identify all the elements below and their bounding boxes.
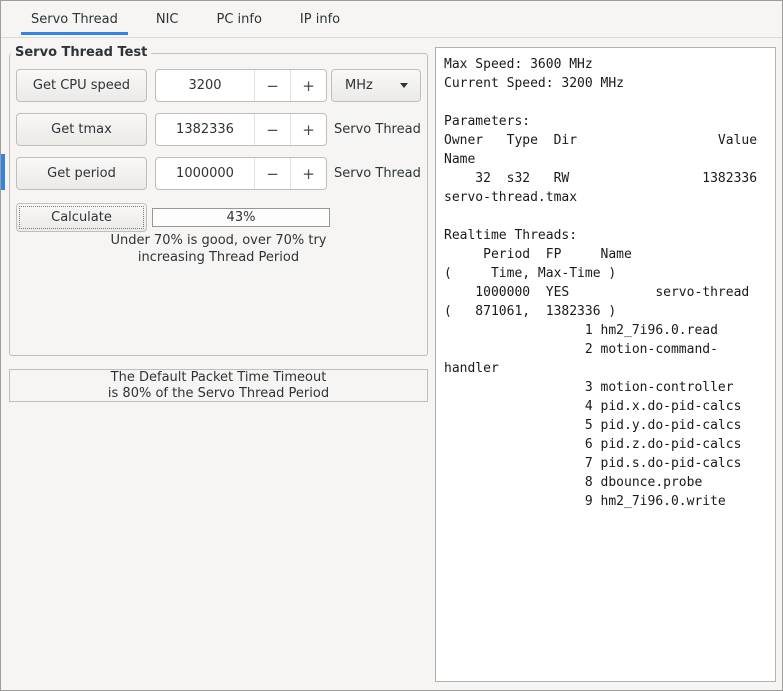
packet-timeout-notice: The Default Packet Time Timeout is 80% o… [9, 369, 428, 402]
focus-indicator-stripe [1, 154, 5, 190]
tab-pc-info[interactable]: PC info [206, 1, 271, 37]
tab-nic[interactable]: NIC [146, 1, 189, 37]
calc-result-field: 43% [152, 208, 330, 227]
period-thread-label: Servo Thread [334, 166, 421, 181]
tab-pc-info-label: PC info [216, 11, 262, 27]
tmax-spinbox: 1382336 − + [155, 113, 327, 146]
get-cpu-speed-button[interactable]: Get CPU speed [16, 69, 147, 102]
tab-ip-info-label: IP info [299, 11, 341, 27]
cpu-speed-value[interactable]: 3200 [156, 70, 254, 101]
tmax-value[interactable]: 1382336 [156, 114, 254, 145]
get-period-button[interactable]: Get period [16, 157, 147, 190]
cpu-speed-decrement-button[interactable]: − [254, 70, 290, 101]
unit-dropdown-value: MHz [345, 78, 373, 93]
servo-thread-test-frame: Servo Thread Test Get CPU speed 3200 − +… [9, 45, 428, 356]
tab-bar: Servo Thread NIC PC info IP info [1, 1, 782, 38]
tmax-thread-label: Servo Thread [334, 122, 421, 137]
tab-servo-thread[interactable]: Servo Thread [21, 1, 128, 37]
period-increment-button[interactable]: + [290, 158, 326, 189]
get-tmax-button[interactable]: Get tmax [16, 113, 147, 146]
cpu-speed-increment-button[interactable]: + [290, 70, 326, 101]
period-value[interactable]: 1000000 [156, 158, 254, 189]
period-decrement-button[interactable]: − [254, 158, 290, 189]
output-textview: Max Speed: 3600 MHz Current Speed: 3200 … [435, 47, 776, 682]
chevron-down-icon [400, 83, 408, 88]
tab-servo-thread-label: Servo Thread [31, 11, 118, 27]
tmax-increment-button[interactable]: + [290, 114, 326, 145]
notice-line-2: is 80% of the Servo Thread Period [107, 386, 330, 401]
cpu-speed-spinbox: 3200 − + [155, 69, 327, 102]
tmax-decrement-button[interactable]: − [254, 114, 290, 145]
tab-nic-label: NIC [155, 11, 179, 27]
calculate-button[interactable]: Calculate [16, 203, 147, 232]
hint-text-line-2: increasing Thread Period [137, 250, 300, 265]
frame-title: Servo Thread Test [11, 45, 152, 60]
app-window: Servo Thread NIC PC info IP info Servo T… [0, 0, 783, 691]
period-spinbox: 1000000 − + [155, 157, 327, 190]
unit-dropdown[interactable]: MHz [331, 69, 421, 102]
hint-text: Under 70% is good, over 70% try increasi… [10, 232, 427, 266]
hint-text-line-1: Under 70% is good, over 70% try [110, 233, 327, 248]
tab-ip-info[interactable]: IP info [290, 1, 350, 37]
notice-line-1: The Default Packet Time Timeout [110, 370, 327, 385]
